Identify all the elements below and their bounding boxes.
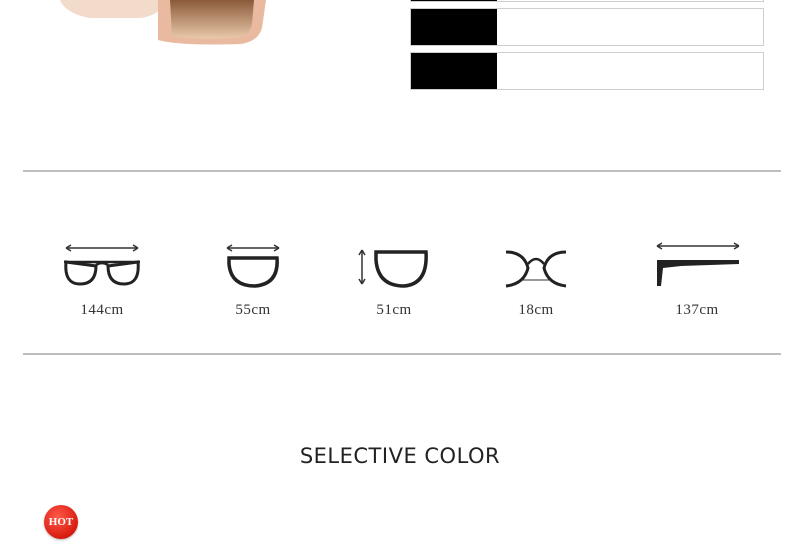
spec-key-cell bbox=[411, 0, 497, 1]
measure-lens-height: 51cm bbox=[334, 240, 454, 319]
measure-temple-length: 137cm bbox=[637, 240, 757, 319]
temple-length-icon bbox=[656, 242, 740, 286]
bridge-width-icon bbox=[505, 250, 567, 288]
product-photo bbox=[60, 0, 266, 45]
measure-label: 51cm bbox=[376, 302, 412, 318]
spec-key-cell bbox=[411, 53, 497, 89]
measure-lens-width: 55cm bbox=[193, 240, 313, 319]
lens-width-icon bbox=[226, 244, 280, 288]
divider bbox=[23, 170, 781, 172]
section-title: SELECTIVE COLOR bbox=[299, 444, 501, 468]
measure-label: 18cm bbox=[518, 302, 554, 318]
measure-label: 55cm bbox=[235, 302, 271, 318]
measure-frame-width: 144cm bbox=[42, 240, 162, 319]
spec-table bbox=[410, 0, 764, 90]
divider bbox=[23, 353, 781, 355]
hot-badge: HOT bbox=[44, 505, 78, 539]
spec-key-cell bbox=[411, 9, 497, 45]
lens-height-icon bbox=[358, 249, 428, 288]
measure-bridge-width: 18cm bbox=[476, 240, 596, 319]
measure-label: 144cm bbox=[80, 302, 124, 318]
spec-row bbox=[410, 52, 764, 90]
measure-label: 137cm bbox=[675, 302, 719, 318]
glasses-front-width-icon bbox=[64, 244, 140, 286]
spec-row bbox=[410, 0, 764, 2]
spec-row bbox=[410, 8, 764, 46]
